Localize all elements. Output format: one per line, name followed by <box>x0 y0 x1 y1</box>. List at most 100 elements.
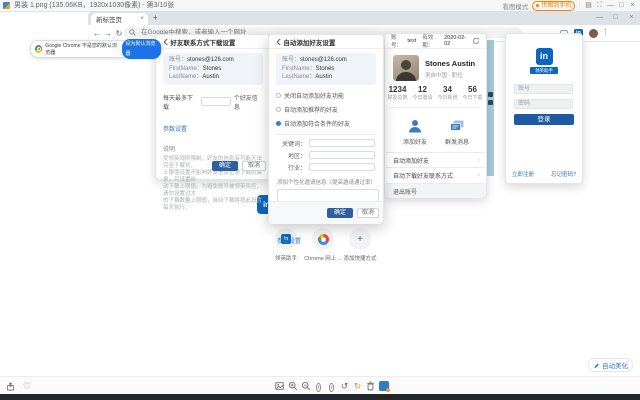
account-info-box: 账号：stones@126.com FirstName：Stones LastN… <box>276 53 376 85</box>
dialog-title: 好友联系方式下载设置 <box>170 39 236 47</box>
industry-label: 行业： <box>287 165 306 172</box>
bulk-message-action[interactable]: 群发消息 <box>441 118 473 146</box>
previous-image-button[interactable]: ‹ <box>312 378 325 395</box>
qr-dot-icon <box>536 4 540 7</box>
login-password-input[interactable] <box>514 99 573 109</box>
ok-button[interactable]: 确定 <box>212 161 238 171</box>
widget-qr-icon[interactable] <box>487 100 493 105</box>
viewer-maximize-button[interactable]: □ <box>616 0 627 11</box>
person-icon <box>409 120 421 133</box>
ok-button[interactable]: 确定 <box>327 208 353 218</box>
chevron-right-icon: › <box>477 156 480 164</box>
note-title: 说明 <box>163 146 176 153</box>
profile-meta: 来自中国 · 职位 <box>425 73 463 79</box>
industry-input[interactable] <box>309 163 375 171</box>
params-link[interactable]: 参数设置 <box>163 127 187 133</box>
back-chevron-icon[interactable]: ‹ <box>276 33 281 51</box>
chevron-right-icon: › <box>477 171 480 179</box>
add-friend-action[interactable]: 添加好友 <box>399 118 431 146</box>
rotate-left-icon[interactable]: ↺ <box>338 378 351 395</box>
radio-option-2[interactable]: 自动添加推荐的好友 <box>276 105 376 114</box>
browser-maximize-button[interactable]: □ <box>610 12 621 23</box>
search-icon <box>129 29 136 36</box>
assistant-popup: 账号： test 有效期： 2020-02-02 Stones Austin 来… <box>384 33 487 198</box>
browser-menu-icon[interactable]: ⋮ <box>602 28 609 36</box>
profile-photo <box>393 55 419 81</box>
zoom-out-icon[interactable] <box>299 378 312 395</box>
auto-add-settings-dialog: ‹ 自动添加好友设置 账号：stones@126.com FirstName：S… <box>268 33 384 245</box>
account-label: 账号： <box>391 35 403 49</box>
limit-prefix: 每天最多下载 <box>163 95 194 111</box>
radio-option-3[interactable]: 自动添加符合条件的好友 <box>276 119 376 128</box>
daily-limit-input[interactable] <box>200 97 231 106</box>
linkedin-logo-tag: 领英助手 <box>530 67 558 74</box>
tab-close-icon[interactable]: × <box>140 16 144 22</box>
chat-icon <box>450 120 464 131</box>
set-default-browser-button[interactable]: 设为默认浏览器 <box>121 39 161 59</box>
download-settings-dialog: ‹ 好友联系方式下载设置 账号：stones@126.com FirstName… <box>155 33 271 211</box>
keyword-input[interactable] <box>309 139 375 147</box>
browser-close-button[interactable]: × <box>626 12 637 23</box>
params-link[interactable]: 参数设置 <box>277 239 301 245</box>
radio-icon[interactable] <box>276 92 281 98</box>
viewer-close-button[interactable]: × <box>627 0 638 11</box>
browser-tabstrip <box>88 11 640 25</box>
cancel-button[interactable]: 取消 <box>357 208 379 218</box>
image-viewer-window: 男装 1.png (135.06KB，1920x1030像素) - 第3/10张… <box>0 0 640 400</box>
radio-icon[interactable] <box>276 106 281 112</box>
profile-name: Stones Austin <box>425 59 476 68</box>
forgot-password-link[interactable]: 忘记密码? <box>551 170 576 178</box>
pencil-icon <box>594 363 599 368</box>
delete-icon[interactable] <box>364 378 377 395</box>
reload-icon[interactable]: ↻ <box>114 29 124 38</box>
desktop-taskbar <box>0 394 640 400</box>
profile-avatar[interactable] <box>589 29 598 38</box>
viewer-mode-label[interactable]: 看图模式 <box>502 1 528 11</box>
next-image-button[interactable]: › <box>325 378 338 395</box>
login-account-input[interactable] <box>514 84 573 94</box>
send-to-phone-badge[interactable]: 传图到手机 <box>532 0 576 11</box>
radio-checked-icon[interactable] <box>276 120 281 126</box>
forward-icon[interactable]: → <box>103 29 113 38</box>
viewer-app-icon <box>3 2 10 9</box>
infobar-text: Google Chrome 不是您的默认浏览器 <box>45 43 117 56</box>
logout-row[interactable]: 退出账号 <box>385 183 486 198</box>
radio-option-1[interactable]: 关闭自动添加好友功能 <box>276 91 376 100</box>
linkedin-logo: in <box>535 48 553 65</box>
fit-image-icon[interactable] <box>273 378 286 394</box>
viewer-toolbar: ♡ ‹ › ↺ ↻ <box>0 376 640 395</box>
viewer-app-logo[interactable] <box>377 378 390 395</box>
expiry-value: 2020-02-02 <box>444 35 467 47</box>
viewer-minimize-button[interactable]: — <box>605 0 616 11</box>
browser-tab[interactable]: 新标签页 × <box>91 13 148 25</box>
back-icon[interactable]: ← <box>92 29 102 38</box>
favorite-heart-icon[interactable]: ♡ <box>23 381 31 392</box>
stats-row: 1234 好友总数 12 今日邀请 34 今日新增 56 今日下载 <box>387 85 483 101</box>
rotate-right-icon[interactable]: ↻ <box>351 378 364 395</box>
browser-minimize-button[interactable]: — <box>594 12 605 23</box>
region-input[interactable] <box>309 151 375 159</box>
limit-suffix: 个好友信息 <box>233 95 258 111</box>
dialog-title: 自动添加好友设置 <box>283 39 336 47</box>
viewer-title: 男装 1.png (135.06KB，1920x1030像素) - 第3/10张 <box>14 2 175 9</box>
fullscreen-icon[interactable]: ⛶ <box>594 0 605 11</box>
cancel-button[interactable]: 取消 <box>242 161 266 171</box>
expiry-label: 有效期： <box>422 35 434 49</box>
menu-auto-add[interactable]: 自动添加好友 › <box>385 153 486 167</box>
dialog-footer: 确定 取消 <box>269 201 383 224</box>
share-icon[interactable] <box>6 381 15 391</box>
linkedin-login-card: in 领英助手 登录 立即注册 忘记密码? <box>505 33 583 184</box>
login-button[interactable]: 登录 <box>514 114 574 125</box>
new-tab-button[interactable]: + <box>153 13 158 22</box>
side-widget-ribbon[interactable] <box>486 40 494 176</box>
refresh-icon[interactable] <box>472 37 480 45</box>
zoom-in-icon[interactable] <box>286 378 299 395</box>
menu-auto-download[interactable]: 自动下载好友联系方式 › <box>385 168 486 182</box>
chrome-logo-icon <box>35 45 43 53</box>
register-link[interactable]: 立即注册 <box>512 170 534 178</box>
back-chevron-icon[interactable]: ‹ <box>163 33 168 51</box>
account-value: test <box>407 38 417 44</box>
auto-beautify-button[interactable]: 自动美化 <box>588 358 633 372</box>
widget-chat-icon[interactable] <box>487 92 493 97</box>
skin-icon[interactable]: ▤ <box>583 0 594 11</box>
